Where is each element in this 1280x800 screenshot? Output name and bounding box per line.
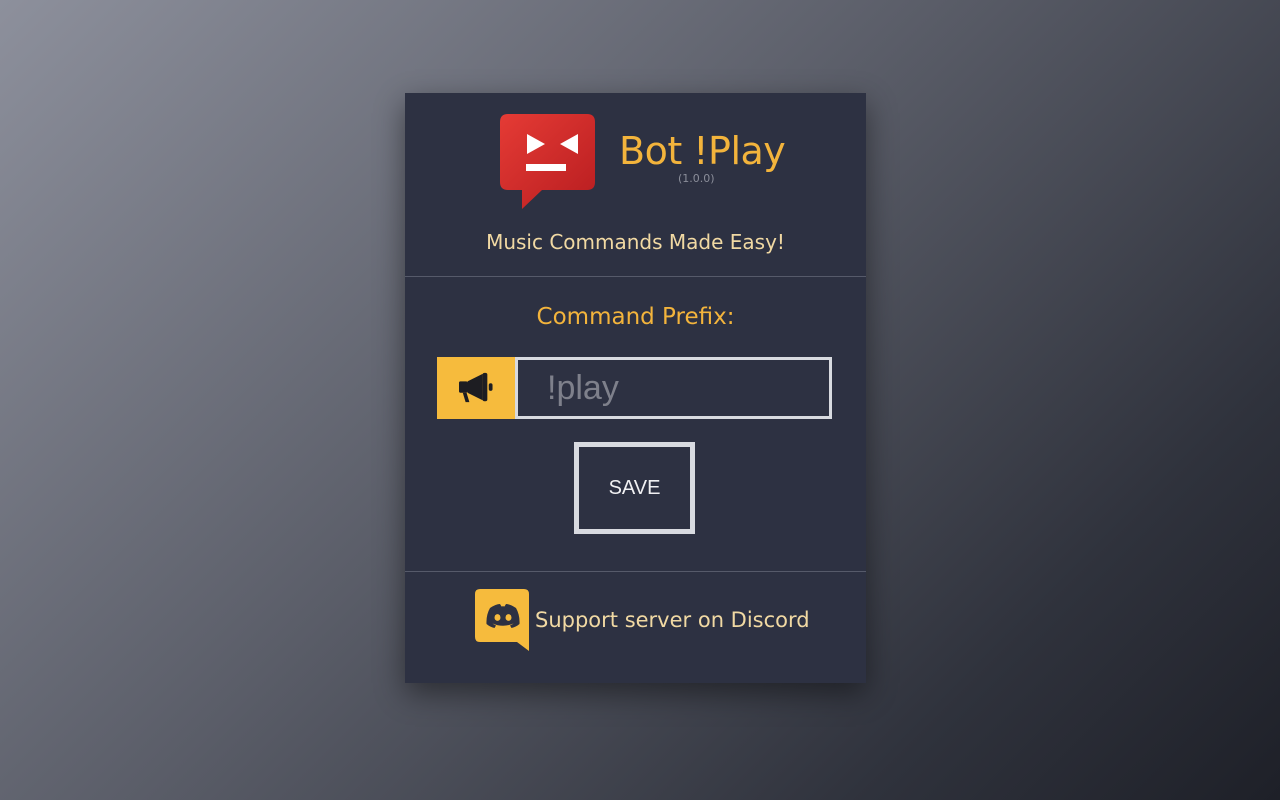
header: Bot !Play (1.0.0) Music Commands Made Ea… [405,93,866,276]
tagline: Music Commands Made Easy! [486,230,785,254]
support-server-text: Support server on Discord [535,608,810,632]
prefix-input-group [437,357,832,419]
robot-logo-icon [500,114,595,209]
app-version: (1.0.0) [678,172,715,185]
divider [405,276,866,277]
discord-icon [475,589,529,651]
save-button[interactable]: SAVE [574,442,695,534]
app-title: Bot !Play [619,129,786,173]
divider [405,571,866,572]
discord-support-link[interactable]: Support server on Discord [475,589,810,651]
megaphone-icon [459,372,493,403]
command-prefix-label: Command Prefix: [536,304,735,330]
prefix-icon-box [437,357,515,419]
popup-card: Bot !Play (1.0.0) Music Commands Made Ea… [405,93,866,683]
command-prefix-input[interactable] [515,357,832,419]
